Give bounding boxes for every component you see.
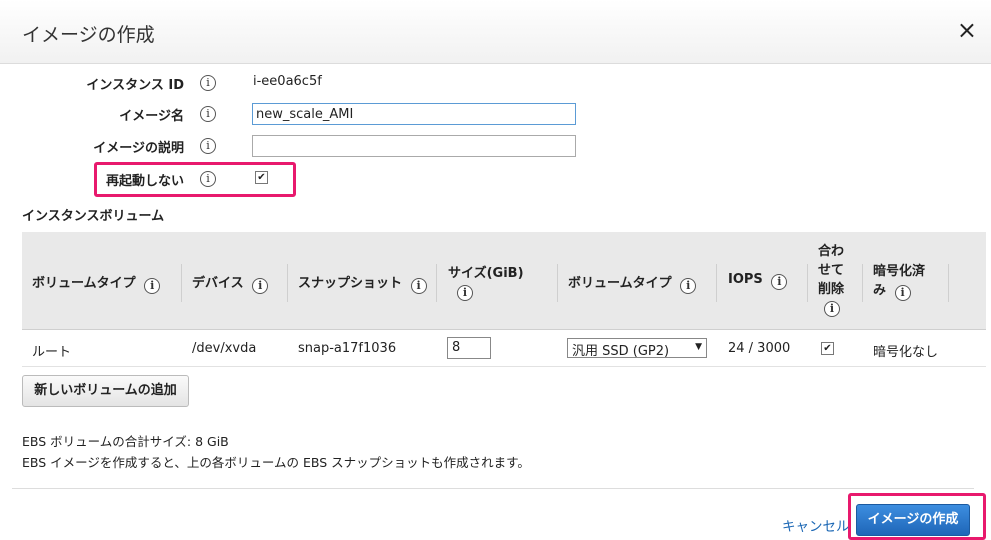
column-label: ボリュームタイプ xyxy=(568,276,672,291)
info-icon[interactable]: i xyxy=(200,75,216,91)
cell-iops: 24 / 3000 xyxy=(728,341,791,356)
column-divider xyxy=(436,264,437,302)
column-divider xyxy=(181,264,182,302)
info-icon[interactable]: i xyxy=(680,278,697,294)
column-divider xyxy=(716,264,717,302)
image-description-label: イメージの説明 xyxy=(93,141,184,156)
info-icon[interactable]: i xyxy=(200,106,216,122)
column-label: サイズ(GiB) xyxy=(448,266,524,281)
column-divider xyxy=(557,264,558,302)
info-icon[interactable]: i xyxy=(410,278,427,294)
add-volume-button[interactable]: 新しいボリュームの追加 xyxy=(22,375,189,407)
column-label: IOPS xyxy=(728,272,763,287)
volume-type-selected-value: 汎用 SSD (GP2) xyxy=(572,344,670,359)
cell-volume-type: ルート xyxy=(32,345,72,360)
cell-device: /dev/xvda xyxy=(192,341,257,356)
info-icon[interactable]: i xyxy=(824,301,840,317)
column-delete-on-termination[interactable]: 合わ せて 削除 i xyxy=(818,242,844,318)
table-row: ルート /dev/xvda snap-a17f1036 8 汎用 SSD (GP… xyxy=(22,331,986,367)
image-description-input[interactable] xyxy=(252,135,576,157)
volume-type-select[interactable]: 汎用 SSD (GP2) ▼ xyxy=(567,338,707,359)
column-label: 削除 xyxy=(818,282,845,297)
column-iops[interactable]: IOPS i xyxy=(728,272,788,290)
delete-on-termination-checkbox[interactable]: ✔ xyxy=(821,342,834,355)
column-encrypted[interactable]: 暗号化済 み i xyxy=(873,262,925,301)
total-size-note: EBS ボリュームの合計サイズ: 8 GiB xyxy=(22,434,229,449)
column-divider xyxy=(287,264,288,302)
column-device[interactable]: デバイス i xyxy=(192,272,269,294)
cell-encrypted: 暗号化なし xyxy=(873,345,939,360)
column-label: スナップショット xyxy=(298,276,403,291)
column-label: デバイス xyxy=(192,276,244,291)
volumes-section-title: インスタンスボリューム xyxy=(22,209,165,224)
info-icon[interactable]: i xyxy=(771,274,788,290)
info-icon[interactable]: i xyxy=(200,171,216,187)
dialog-header: イメージの作成 × xyxy=(0,0,991,64)
chevron-down-icon: ▼ xyxy=(695,342,702,352)
no-reboot-checkbox[interactable]: ✔ xyxy=(255,171,268,184)
column-label: 暗号化済 xyxy=(873,264,926,279)
size-input[interactable]: 8 xyxy=(447,337,491,359)
info-icon[interactable]: i xyxy=(894,285,911,301)
volumes-table-header: ボリュームタイプ i デバイス i スナップショット i サイズ(GiB) i … xyxy=(22,232,986,330)
column-label: ボリュームタイプ xyxy=(32,276,136,291)
column-divider xyxy=(862,264,863,302)
column-volume-type[interactable]: ボリュームタイプ i xyxy=(32,272,161,294)
info-icon[interactable]: i xyxy=(252,278,269,294)
instance-id-value: i-ee0a6c5f xyxy=(253,74,322,89)
column-label: せて xyxy=(818,263,845,278)
info-icon[interactable]: i xyxy=(144,278,161,294)
column-label: 合わ xyxy=(818,244,845,259)
image-name-input[interactable] xyxy=(252,103,576,125)
column-volume-type-select[interactable]: ボリュームタイプ i xyxy=(568,272,697,294)
dialog-title: イメージの作成 xyxy=(22,24,155,46)
create-image-button[interactable]: イメージの作成 xyxy=(856,504,970,536)
info-icon[interactable]: i xyxy=(200,138,216,154)
column-size[interactable]: サイズ(GiB) i xyxy=(448,262,524,301)
column-divider xyxy=(948,264,949,302)
cell-snapshot: snap-a17f1036 xyxy=(298,341,397,356)
footer-divider xyxy=(12,488,974,489)
column-label: み xyxy=(873,283,887,298)
close-icon[interactable]: × xyxy=(957,18,977,42)
cancel-link[interactable]: キャンセル xyxy=(782,515,850,535)
info-icon[interactable]: i xyxy=(457,285,473,301)
instance-id-label: インスタンス ID xyxy=(86,78,184,93)
column-snapshot[interactable]: スナップショット i xyxy=(298,272,427,294)
snapshot-note: EBS イメージを作成すると、上の各ボリュームの EBS スナップショットも作成… xyxy=(22,455,530,470)
column-divider xyxy=(807,264,808,302)
image-name-label: イメージ名 xyxy=(119,109,184,124)
no-reboot-label: 再起動しない xyxy=(105,174,184,189)
